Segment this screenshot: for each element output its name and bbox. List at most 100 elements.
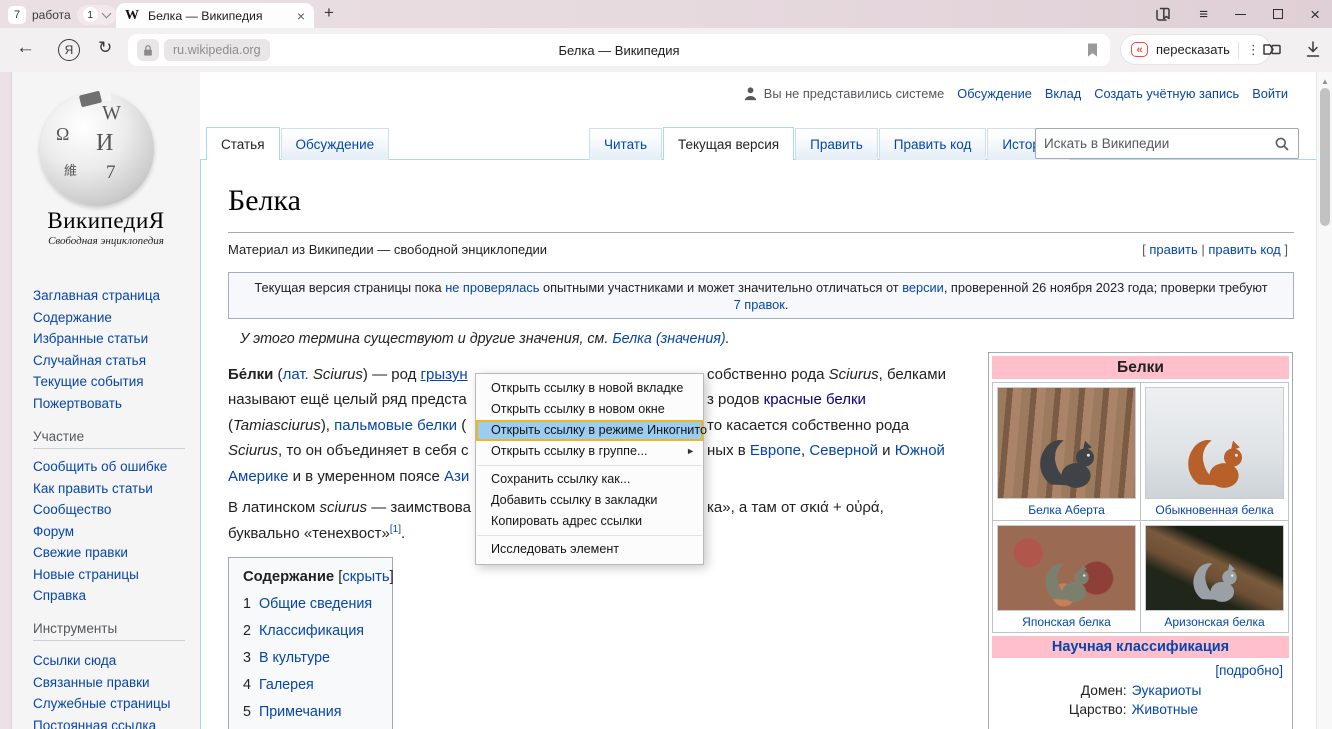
personal-link-contributions[interactable]: Вклад bbox=[1045, 86, 1081, 101]
context-menu-item-copy-link-address[interactable]: Копировать адрес ссылки bbox=[476, 511, 703, 532]
image-caption[interactable]: Белка Аберта bbox=[997, 503, 1136, 517]
context-menu-item-open-in-group[interactable]: Открыть ссылку в группе... ► bbox=[476, 441, 703, 462]
sidebar-item-main-page[interactable]: Заглавная страница bbox=[33, 285, 160, 307]
retell-button[interactable]: « пересказать ⋮ bbox=[1120, 34, 1271, 65]
toc-link-notes[interactable]: Примечания bbox=[259, 704, 342, 720]
context-menu-item-open-new-tab[interactable]: Открыть ссылку в новой вкладке bbox=[476, 378, 703, 399]
sidebar-item-permanent-link[interactable]: Постоянная ссылка bbox=[33, 715, 170, 729]
sidebar-item-what-links-here[interactable]: Ссылки сюда bbox=[33, 650, 170, 672]
image-arizona-squirrel[interactable] bbox=[1145, 525, 1284, 611]
yandex-button[interactable]: Я bbox=[58, 39, 80, 61]
toc-hide-toggle[interactable]: скрыть bbox=[342, 569, 389, 585]
domain-link[interactable]: Эукариоты bbox=[1132, 683, 1202, 698]
retell-more-icon[interactable]: ⋮ bbox=[1247, 42, 1260, 58]
tab-read[interactable]: Читать bbox=[589, 128, 662, 160]
download-icon[interactable] bbox=[1304, 40, 1322, 59]
image-caption[interactable]: Японская белка bbox=[997, 615, 1136, 629]
browser-menu-icon[interactable]: ≡ bbox=[1199, 7, 1208, 22]
address-bar[interactable]: ru.wikipedia.org Белка — Википедия bbox=[128, 34, 1110, 66]
taxobox-classification-header: Научная классификация bbox=[992, 636, 1289, 658]
sidebar-item-related-changes[interactable]: Связанные правки bbox=[33, 672, 170, 694]
edits-count-link[interactable]: 7 правок bbox=[734, 297, 785, 312]
toc-link-gallery[interactable]: Галерея bbox=[259, 677, 314, 693]
tab-article[interactable]: Статья bbox=[206, 127, 280, 160]
america-link[interactable]: Америке bbox=[228, 468, 288, 485]
reference-1-link[interactable]: [1] bbox=[390, 524, 401, 535]
tab-group-pill[interactable]: 1 bbox=[77, 5, 116, 25]
image-caption[interactable]: Обыкновенная белка bbox=[1145, 503, 1284, 517]
sidebar-item-special-pages[interactable]: Служебные страницы bbox=[33, 693, 170, 715]
window-maximize-icon[interactable] bbox=[1273, 9, 1283, 19]
login-status-text: Вы не представились системе bbox=[764, 86, 945, 101]
browser-side-strip bbox=[0, 72, 12, 729]
asia-link[interactable]: Ази bbox=[444, 468, 469, 485]
back-button[interactable]: ← bbox=[16, 37, 35, 59]
sidebar-item-report-error[interactable]: Сообщить об ошибке bbox=[33, 456, 167, 478]
personal-link-create-account[interactable]: Создать учётную запись bbox=[1094, 86, 1239, 101]
disambiguation-link[interactable]: Белка (значения) bbox=[612, 331, 725, 347]
toc-item: 1Общие сведения bbox=[243, 596, 392, 612]
bookmark-icon[interactable] bbox=[1086, 42, 1099, 58]
image-japanese-squirrel[interactable] bbox=[997, 525, 1136, 611]
window-close-icon[interactable]: × bbox=[1310, 6, 1320, 23]
sidebar-item-new-pages[interactable]: Новые страницы bbox=[33, 564, 167, 586]
kingdom-link[interactable]: Животные bbox=[1132, 702, 1199, 717]
north-america-link[interactable]: Северной bbox=[809, 442, 878, 459]
rodents-link[interactable]: грызун bbox=[421, 366, 468, 383]
new-tab-button[interactable]: + bbox=[324, 3, 334, 23]
palm-squirrels-link[interactable]: пальмовые белки bbox=[334, 417, 457, 434]
toc-link-culture[interactable]: В культуре bbox=[259, 650, 330, 666]
tab-panels-icon[interactable] bbox=[1154, 6, 1172, 22]
sidebar-item-random[interactable]: Случайная статья bbox=[33, 350, 160, 372]
scrollbar-up-arrow[interactable]: ▲ bbox=[1321, 77, 1329, 86]
sidebar-item-featured[interactable]: Избранные статьи bbox=[33, 328, 160, 350]
sidebar-item-recent-changes[interactable]: Свежие правки bbox=[33, 542, 167, 564]
tab-edit[interactable]: Править bbox=[795, 128, 878, 160]
sidebar-item-forum[interactable]: Форум bbox=[33, 521, 167, 543]
europe-link[interactable]: Европе bbox=[750, 442, 801, 459]
search-icon[interactable] bbox=[1274, 136, 1290, 152]
refresh-button[interactable]: ↻ bbox=[98, 38, 112, 58]
south-america-link[interactable]: Южной bbox=[895, 442, 945, 459]
not-reviewed-link[interactable]: не проверялась bbox=[445, 280, 539, 295]
context-menu-item-open-incognito[interactable]: Открыть ссылку в режиме Инкогнито bbox=[476, 420, 703, 441]
image-aberts-squirrel[interactable] bbox=[997, 387, 1136, 499]
sidebar-item-community[interactable]: Сообщество bbox=[33, 499, 167, 521]
sidebar-item-help[interactable]: Справка bbox=[33, 585, 167, 607]
context-menu-item-open-new-window[interactable]: Открыть ссылку в новом окне bbox=[476, 399, 703, 420]
wikipedia-globe-logo[interactable]: W Ω И 7 維 bbox=[40, 92, 154, 206]
latin-link[interactable]: лат. bbox=[283, 366, 309, 383]
classification-link[interactable]: Научная классификация bbox=[1052, 639, 1229, 655]
context-menu-separator bbox=[477, 535, 702, 536]
wiki-search-input[interactable] bbox=[1044, 136, 1274, 151]
sidebar-item-current-events[interactable]: Текущие события bbox=[33, 371, 160, 393]
tab-discussion[interactable]: Обсуждение bbox=[281, 128, 390, 160]
red-squirrels-link[interactable]: красные белки bbox=[764, 391, 866, 408]
version-link[interactable]: версии bbox=[902, 280, 944, 295]
context-menu-item-inspect[interactable]: Исследовать элемент bbox=[476, 539, 703, 560]
personal-link-discussion[interactable]: Обсуждение bbox=[957, 86, 1032, 101]
image-caption[interactable]: Аризонская белка bbox=[1145, 615, 1284, 629]
sidebar-item-contents[interactable]: Содержание bbox=[33, 307, 160, 329]
tab-group[interactable]: 7 работа 1 bbox=[8, 4, 128, 25]
tab-current-version[interactable]: Текущая версия bbox=[663, 127, 794, 160]
context-menu-item-save-link-as[interactable]: Сохранить ссылку как... bbox=[476, 469, 703, 490]
page-scrollbar[interactable]: ▲ bbox=[1316, 72, 1332, 729]
sidebar-item-how-to-edit[interactable]: Как править статьи bbox=[33, 478, 167, 500]
scrollbar-thumb[interactable] bbox=[1320, 88, 1330, 226]
edit-link[interactable]: править bbox=[1149, 242, 1197, 257]
wiki-search-box[interactable] bbox=[1035, 128, 1299, 159]
context-menu-item-bookmark-link[interactable]: Добавить ссылку в закладки bbox=[476, 490, 703, 511]
toc-link-general[interactable]: Общие сведения bbox=[259, 596, 372, 612]
browser-tab-active[interactable]: W Белка — Википедия × bbox=[116, 3, 314, 28]
tab-close-icon[interactable]: × bbox=[297, 8, 305, 24]
collections-icon[interactable] bbox=[1262, 41, 1282, 58]
personal-link-login[interactable]: Войти bbox=[1252, 86, 1288, 101]
tab-edit-source[interactable]: Править код bbox=[879, 128, 987, 160]
toc-link-classification[interactable]: Классификация bbox=[259, 623, 364, 639]
edit-source-link[interactable]: править код bbox=[1208, 242, 1280, 257]
image-red-squirrel[interactable] bbox=[1145, 387, 1284, 499]
details-link[interactable]: [подробно] bbox=[1215, 663, 1283, 678]
sidebar-item-donate[interactable]: Пожертвовать bbox=[33, 393, 160, 415]
window-minimize-icon[interactable] bbox=[1235, 14, 1246, 15]
